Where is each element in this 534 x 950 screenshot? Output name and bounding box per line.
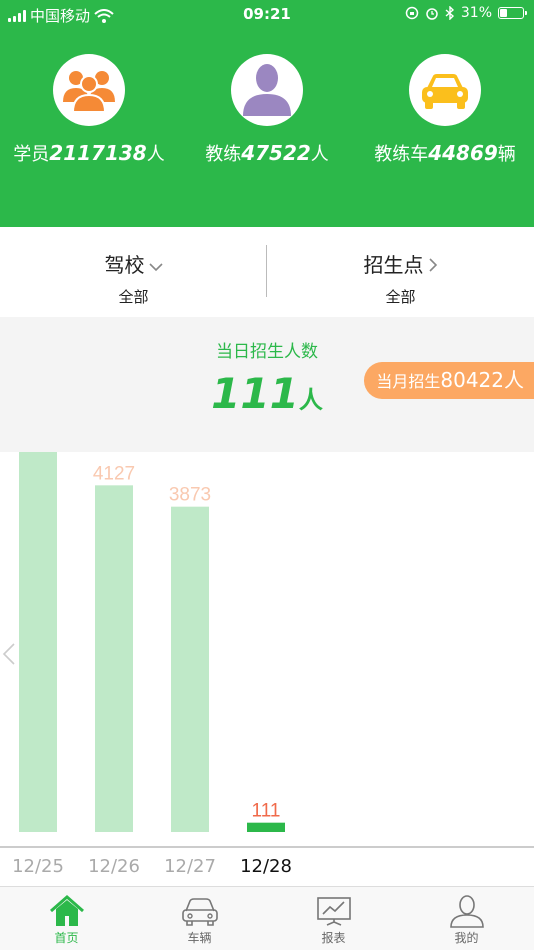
enroll-point-filter-title: 招生点 [363,253,424,277]
today-enrollment: 当日招生人数 111人 当月招生80422人 [0,317,534,452]
enrollment-bar-chart: 461841273873111 12/2512/2612/2712/28 [0,452,534,886]
stat-cars-label: 教练车44869辆 [374,141,516,165]
car-icon [409,54,481,126]
tab-report[interactable]: 报表 [267,893,400,946]
tab-home[interactable]: 首页 [0,893,133,946]
stat-students: 学员2117138人 [0,54,178,166]
tab-vehicle[interactable]: 车辆 [133,893,266,946]
profile-icon [400,893,533,929]
chart-bar-12-25[interactable] [19,452,57,832]
students-icon [53,54,125,126]
chart-x-tick[interactable]: 12/25 [0,856,78,877]
chart-x-tick[interactable]: 12/27 [150,856,230,877]
chart-x-tick[interactable]: 12/28 [226,856,306,877]
chart-bar-12-27[interactable] [171,506,209,832]
chart-bar-12-28[interactable] [247,822,285,832]
status-bar: 中国移动 09:21 31% [0,0,534,28]
month-enrollment-badge[interactable]: 当月招生80422人 [364,362,534,399]
school-filter-value: 全部 [118,288,149,306]
bluetooth-icon [445,6,454,20]
tab-vehicle-label: 车辆 [187,931,212,945]
chart-x-tick[interactable]: 12/26 [74,856,154,877]
battery-percent: 31% [460,5,492,21]
filter-row: 驾校 全部 招生点 全部 [0,227,534,317]
vehicle-icon [133,893,266,929]
chart-data-label: 4127 [93,463,135,484]
home-icon [0,893,133,929]
orientation-lock-icon [405,6,419,20]
chevron-right-icon [428,257,438,276]
enroll-point-filter-value: 全部 [385,288,416,306]
chart-canvas: 461841273873111 [0,452,534,848]
tab-home-label: 首页 [54,931,79,945]
school-filter[interactable]: 驾校 全部 [0,249,267,307]
stat-coaches-label: 教练47522人 [205,141,329,165]
enroll-point-filter[interactable]: 招生点 全部 [267,249,534,307]
stat-cars: 教练车44869辆 [356,54,534,166]
tab-bar: 首页 车辆 报表 我的 [0,886,534,950]
chart-data-label: 3873 [169,485,211,506]
chart-bar-12-26[interactable] [95,485,133,832]
chart-data-label: 111 [252,801,281,822]
report-icon [267,893,400,929]
header-banner: 学员2117138人 教练47522人 教练车44869辆 [0,0,534,227]
today-enrollment-label: 当日招生人数 [216,342,318,362]
tab-profile[interactable]: 我的 [400,893,533,946]
coach-icon [231,54,303,126]
tab-profile-label: 我的 [454,931,479,945]
stat-coaches: 教练47522人 [178,54,356,166]
school-filter-title: 驾校 [104,253,145,277]
alarm-icon [426,8,438,20]
stat-students-label: 学员2117138人 [13,141,165,165]
chevron-down-icon [148,257,163,276]
battery-icon [498,7,527,19]
tab-report-label: 报表 [321,931,346,945]
